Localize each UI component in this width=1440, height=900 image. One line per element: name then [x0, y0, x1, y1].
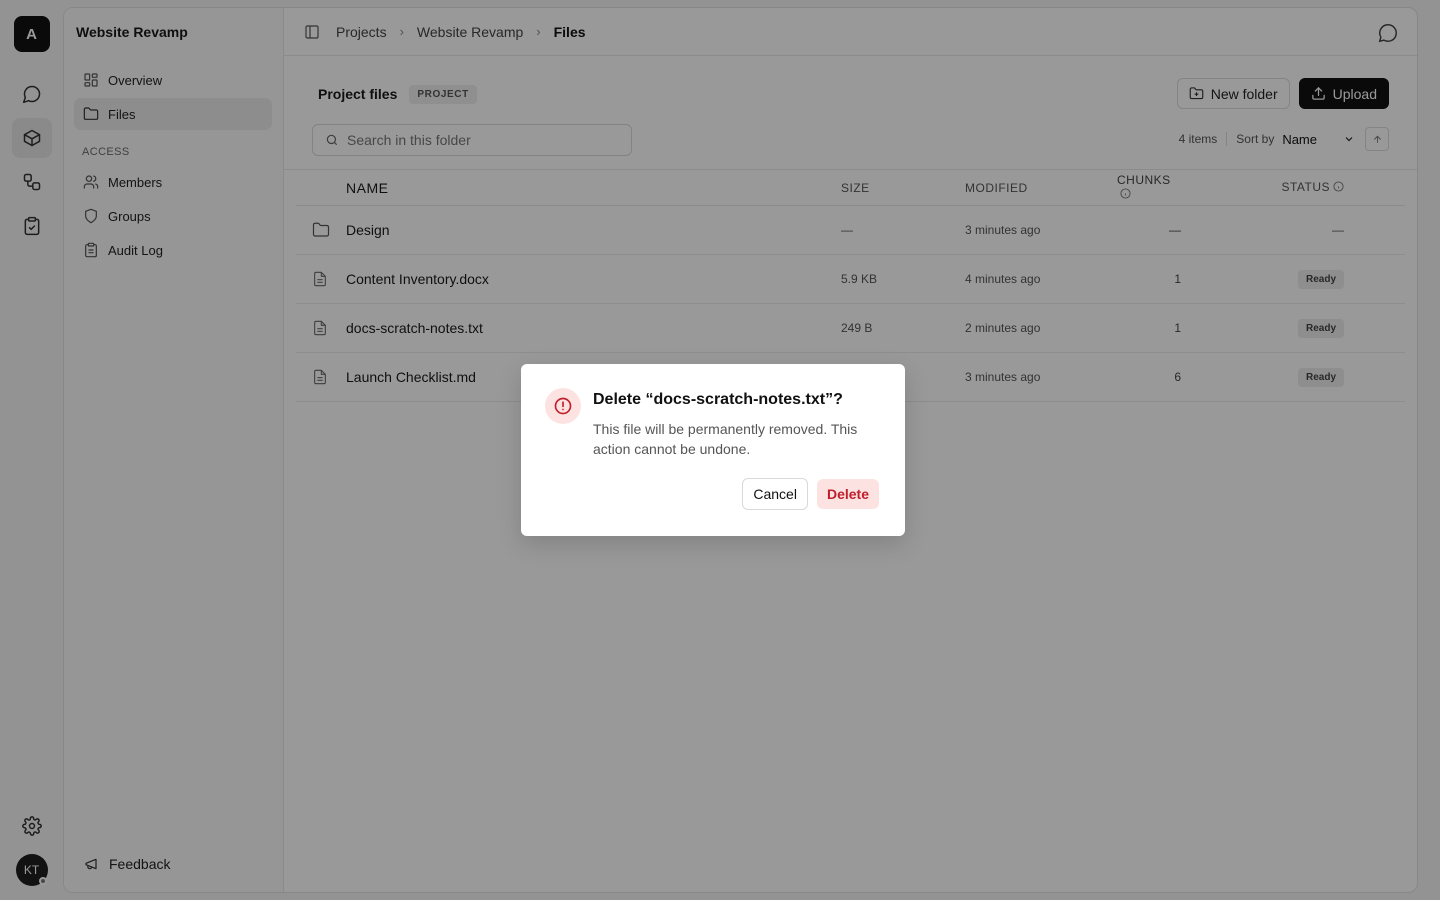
delete-confirm-dialog: Delete “docs-scratch-notes.txt”? This fi…: [521, 364, 905, 536]
dialog-body: This file will be permanently removed. T…: [593, 421, 858, 457]
dialog-title: Delete “docs-scratch-notes.txt”?: [593, 391, 843, 408]
alert-circle-icon: [545, 388, 581, 424]
delete-button[interactable]: Delete: [816, 479, 879, 509]
dialog-actions: Cancel Delete: [742, 478, 879, 510]
cancel-button[interactable]: Cancel: [742, 478, 808, 510]
